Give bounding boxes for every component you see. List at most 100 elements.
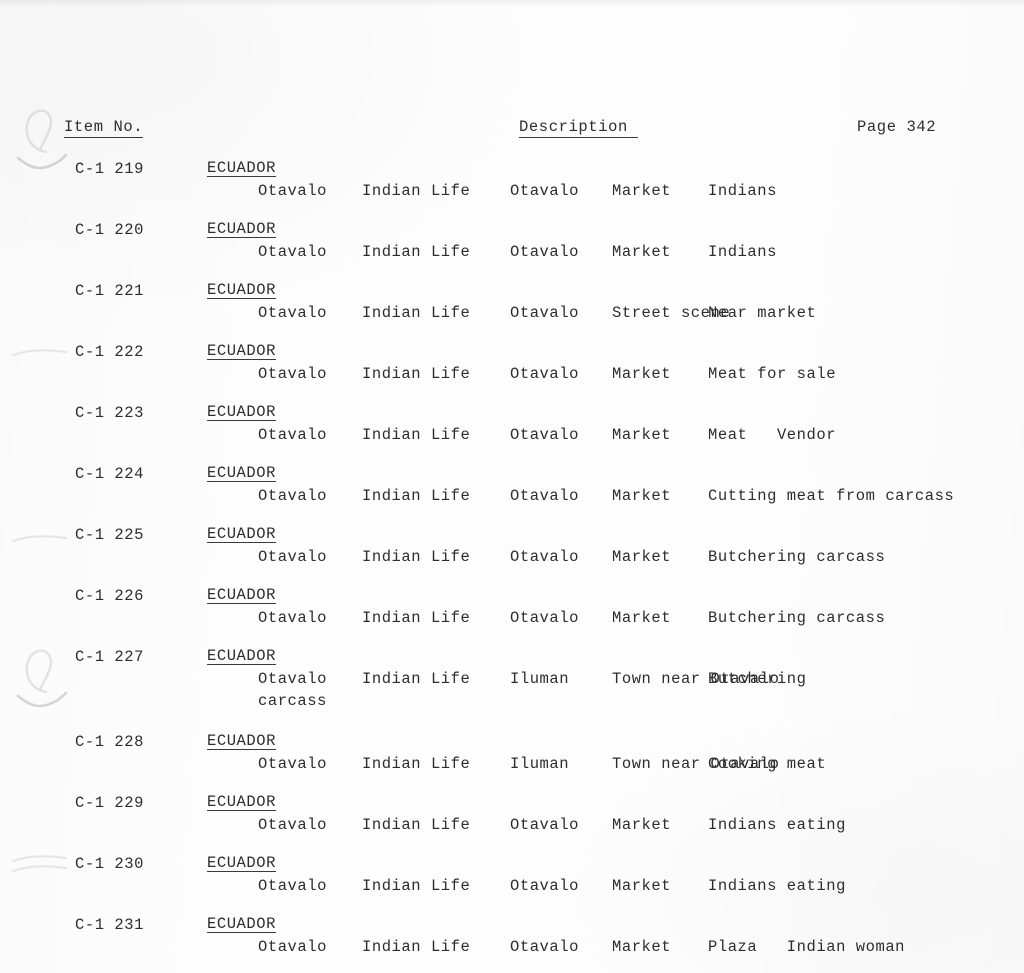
entry-topic: Indian Life — [362, 670, 471, 688]
pencil-dash-icon — [10, 852, 72, 871]
entry-description: Meat for sale — [708, 365, 837, 383]
entry-town: Otavalo — [258, 487, 327, 505]
entry-country: ECUADOR — [207, 281, 276, 300]
entry-topic: Indian Life — [362, 877, 471, 895]
entry-topic: Indian Life — [362, 816, 471, 834]
entry-item-number: C-1 222 — [75, 343, 144, 361]
entry-description: Meat Vendor — [708, 426, 837, 444]
entry-topic: Indian Life — [362, 182, 471, 200]
entry-topic: Indian Life — [362, 548, 471, 566]
entry-location: Market — [612, 609, 672, 627]
entry-town: Otavalo — [258, 182, 327, 200]
page-number: Page 342 — [857, 118, 937, 136]
entry-description: Butchering carcass — [708, 609, 886, 627]
entry-topic: Indian Life — [362, 938, 471, 956]
entry-location: Market — [612, 243, 672, 261]
pencil-loop-icon — [20, 108, 62, 159]
entry-place: Otavalo — [510, 304, 579, 322]
entry-country: ECUADOR — [207, 403, 276, 422]
entry-location: Market — [612, 877, 672, 895]
pencil-tick-icon — [16, 152, 72, 179]
entry-town: Otavalo — [258, 304, 327, 322]
entry-place: Otavalo — [510, 426, 579, 444]
entry-description: Plaza Indian woman — [708, 938, 906, 956]
entry-item-number: C-1 219 — [75, 160, 144, 178]
entry-place: Otavalo — [510, 365, 579, 383]
entry-description: Cutting meat from carcass — [708, 487, 955, 505]
entry-town: Otavalo — [258, 816, 327, 834]
entry-description: Indians eating — [708, 877, 846, 895]
entry-country: ECUADOR — [207, 586, 276, 605]
entry-description: Cooking meat — [708, 755, 827, 773]
entry-location: Market — [612, 487, 672, 505]
column-header-description-label: Description — [519, 118, 638, 138]
document-page: Item No. Description Page 342 C-1 219 ECU… — [0, 0, 1024, 973]
entry-town: Otavalo — [258, 670, 327, 688]
entry-description: Butchering — [708, 670, 807, 688]
entry-description-continuation: carcass — [258, 692, 327, 710]
entry-place: Otavalo — [510, 487, 579, 505]
pencil-dash-icon — [10, 346, 72, 365]
entry-location: Market — [612, 938, 672, 956]
entry-description: Butchering carcass — [708, 548, 886, 566]
entry-item-number: C-1 221 — [75, 282, 144, 300]
entry-place: Iluman — [510, 755, 570, 773]
entry-place: Otavalo — [510, 877, 579, 895]
entry-location: Market — [612, 426, 672, 444]
entry-description: Indians eating — [708, 816, 846, 834]
entry-place: Otavalo — [510, 938, 579, 956]
column-header-item-no-label: Item No. — [64, 118, 144, 138]
entry-location: Market — [612, 816, 672, 834]
entry-place: Iluman — [510, 670, 570, 688]
scan-top-edge — [0, 0, 1024, 7]
entry-town: Otavalo — [258, 365, 327, 383]
entry-item-number: C-1 227 — [75, 648, 144, 666]
entry-country: ECUADOR — [207, 915, 276, 934]
entry-location: Market — [612, 365, 672, 383]
entry-item-number: C-1 229 — [75, 794, 144, 812]
entry-item-number: C-1 223 — [75, 404, 144, 422]
column-header-description: Description — [519, 118, 638, 138]
entry-country: ECUADOR — [207, 159, 276, 178]
entry-town: Otavalo — [258, 548, 327, 566]
entry-location: Market — [612, 548, 672, 566]
entry-country: ECUADOR — [207, 854, 276, 873]
entry-place: Otavalo — [510, 548, 579, 566]
entry-item-number: C-1 228 — [75, 733, 144, 751]
entry-topic: Indian Life — [362, 487, 471, 505]
entry-topic: Indian Life — [362, 304, 471, 322]
entry-location: Market — [612, 182, 672, 200]
pencil-dash-icon — [10, 532, 72, 551]
entry-description: Indians — [708, 182, 777, 200]
entry-topic: Indian Life — [362, 609, 471, 627]
entry-town: Otavalo — [258, 243, 327, 261]
column-header-item-no: Item No. — [64, 118, 144, 138]
pencil-tick-icon — [16, 690, 72, 717]
entry-item-number: C-1 226 — [75, 587, 144, 605]
entry-topic: Indian Life — [362, 365, 471, 383]
entry-place: Otavalo — [510, 243, 579, 261]
entry-item-number: C-1 231 — [75, 916, 144, 934]
entry-item-number: C-1 220 — [75, 221, 144, 239]
pencil-dash-icon — [10, 862, 72, 881]
entry-topic: Indian Life — [362, 243, 471, 261]
entry-town: Otavalo — [258, 755, 327, 773]
entry-town: Otavalo — [258, 426, 327, 444]
entry-country: ECUADOR — [207, 464, 276, 483]
entry-country: ECUADOR — [207, 793, 276, 812]
entry-place: Otavalo — [510, 816, 579, 834]
entry-description: Near market — [708, 304, 817, 322]
entry-topic: Indian Life — [362, 426, 471, 444]
entry-item-number: C-1 230 — [75, 855, 144, 873]
entry-country: ECUADOR — [207, 525, 276, 544]
entry-town: Otavalo — [258, 938, 327, 956]
entry-item-number: C-1 224 — [75, 465, 144, 483]
entry-town: Otavalo — [258, 609, 327, 627]
entry-country: ECUADOR — [207, 732, 276, 751]
entry-item-number: C-1 225 — [75, 526, 144, 544]
pencil-loop-icon — [20, 648, 62, 699]
entry-description: Indians — [708, 243, 777, 261]
entry-country: ECUADOR — [207, 220, 276, 239]
entry-town: Otavalo — [258, 877, 327, 895]
entry-place: Otavalo — [510, 609, 579, 627]
